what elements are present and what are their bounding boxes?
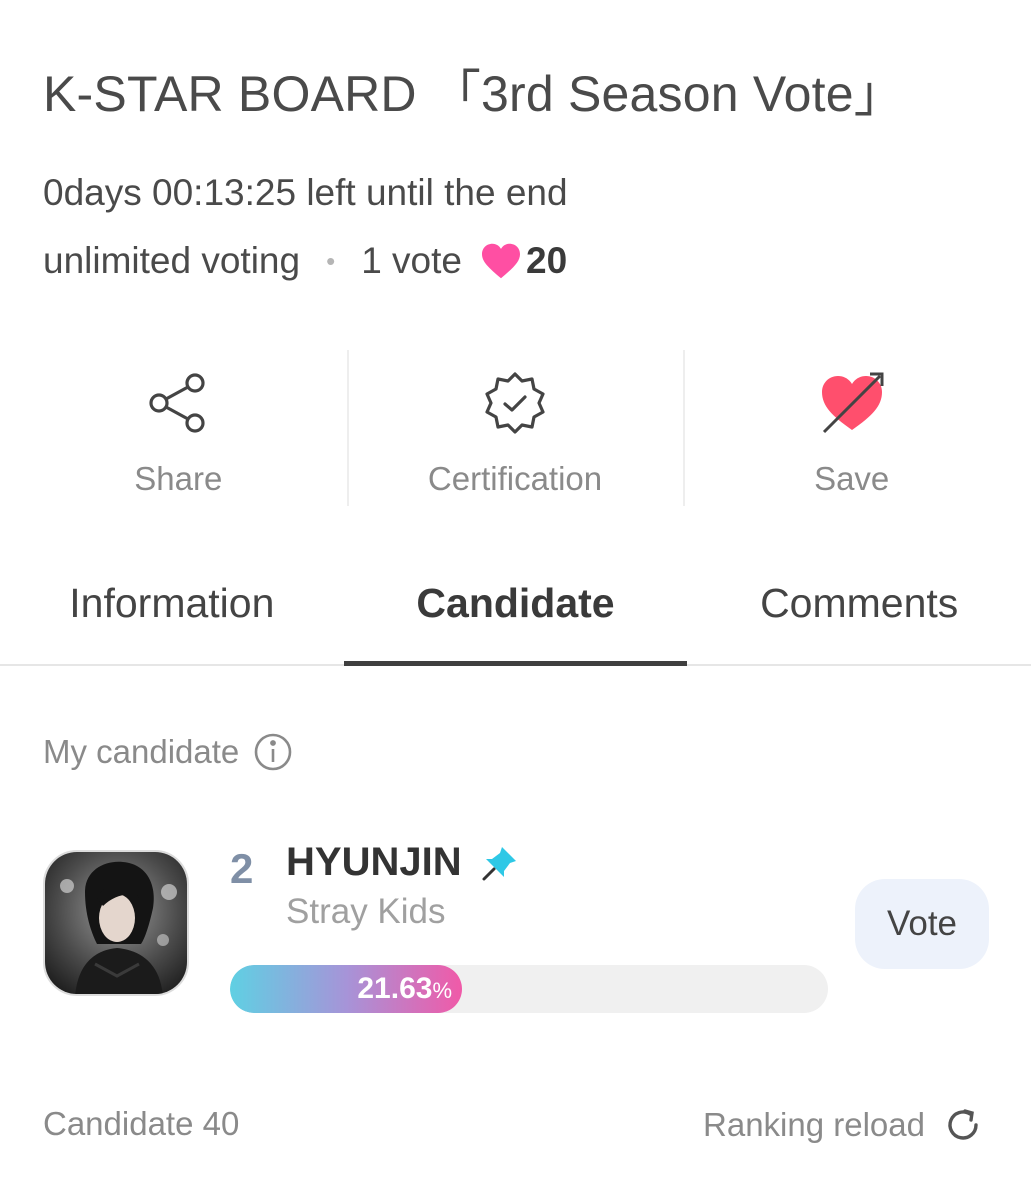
action-bar: Share Certification Save (10, 350, 1020, 506)
certification-button[interactable]: Certification (346, 350, 684, 506)
ranking-reload-label: Ranking reload (703, 1106, 925, 1143)
vote-percentage-fill: 21.63% (230, 965, 462, 1013)
certification-badge-icon (482, 368, 548, 438)
my-candidate-label: My candidate (43, 733, 240, 770)
tab-bar: Information Candidate Comments (0, 560, 1031, 666)
candidate-rank: 2 (230, 845, 254, 892)
candidate-name-row: HYUNJIN (286, 840, 520, 885)
my-candidate-header: My candidate (43, 732, 293, 772)
candidate-group: Stray Kids (286, 892, 446, 931)
vote-percentage-text: 21.63% (357, 972, 452, 1005)
page-title: K-STAR BOARD 「3rd Season Vote」 (43, 66, 904, 122)
heart-cost: 20 (526, 240, 568, 281)
per-vote-text: 1 vote (361, 240, 462, 281)
tab-candidate[interactable]: Candidate (343, 560, 688, 666)
reload-icon (943, 1105, 983, 1145)
info-icon[interactable] (253, 732, 293, 772)
candidate-name: HYUNJIN (286, 840, 462, 884)
countdown-text: 0days 00:13:25 left until the end (43, 172, 568, 213)
share-button[interactable]: Share (10, 350, 347, 506)
candidate-avatar[interactable] (43, 850, 189, 996)
vote-percentage-bar: 21.63% (230, 965, 828, 1013)
separator-dot: • (326, 245, 336, 276)
heart-icon (480, 242, 522, 280)
vote-info-row: unlimited voting • 1 vote 20 (43, 240, 567, 282)
share-icon (146, 368, 210, 438)
certification-label: Certification (427, 460, 603, 497)
tab-comments[interactable]: Comments (687, 560, 1031, 664)
candidate-count: Candidate 40 (43, 1105, 240, 1142)
heart-arrow-icon (814, 368, 890, 438)
save-label: Save (814, 460, 890, 497)
tab-information[interactable]: Information (0, 560, 344, 664)
voting-mode-text: unlimited voting (43, 240, 301, 281)
ranking-reload-button[interactable]: Ranking reload (703, 1105, 983, 1145)
save-button[interactable]: Save (683, 350, 1020, 506)
pin-icon (480, 843, 520, 883)
share-label: Share (134, 460, 223, 497)
vote-button[interactable]: Vote (855, 879, 989, 969)
